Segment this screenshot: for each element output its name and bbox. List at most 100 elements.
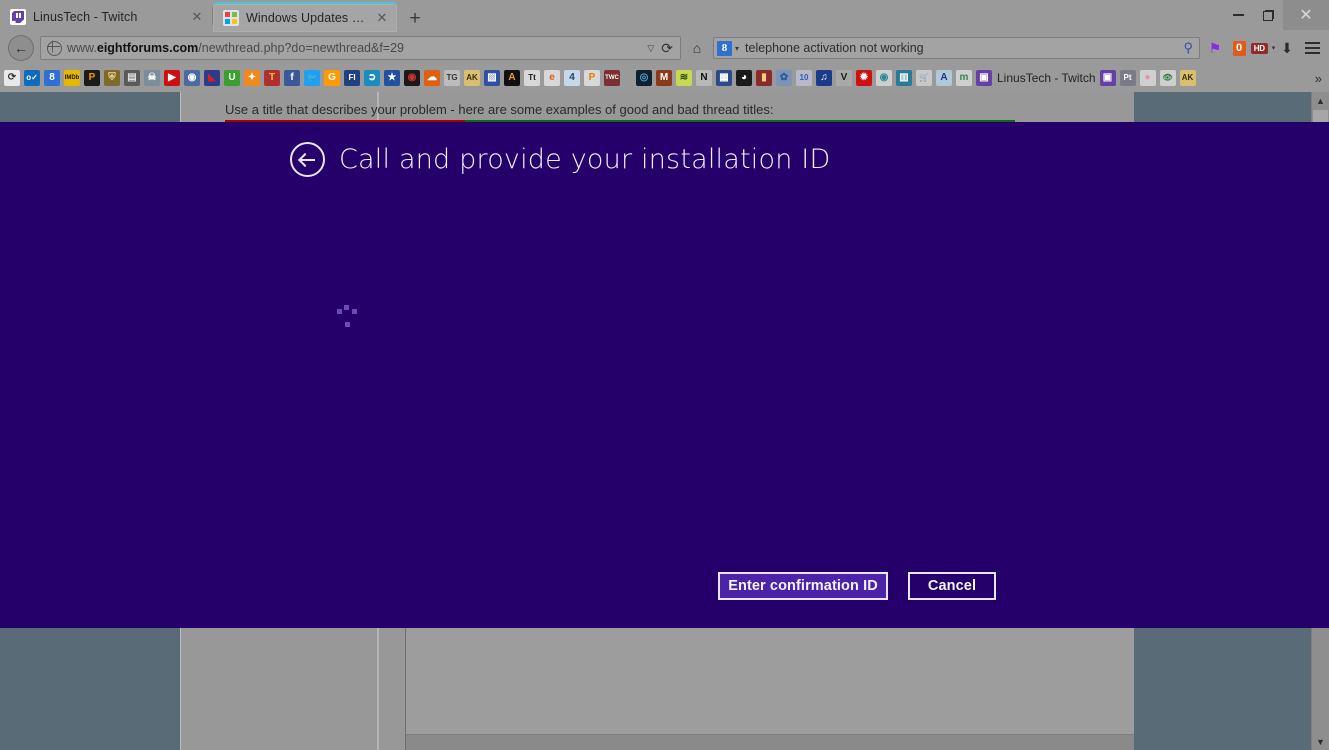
tab-windows-updates-activation[interactable]: Windows Updates & Activ... ✕ bbox=[213, 2, 397, 32]
search-icon[interactable]: ⚲ bbox=[1183, 40, 1196, 56]
bookmark-netflix[interactable]: N bbox=[696, 69, 712, 87]
restore-button[interactable] bbox=[1253, 0, 1283, 30]
scroll-up-arrow-icon[interactable]: ▲ bbox=[1312, 92, 1329, 109]
bookmark-twc[interactable]: TWC bbox=[604, 69, 620, 87]
bookmark-label: LinusTech - Twitch bbox=[997, 71, 1096, 85]
chevron-down-icon[interactable]: ▽ bbox=[643, 43, 661, 54]
power-refresh-icon: ⟳ bbox=[4, 70, 20, 86]
new-tab-button[interactable]: + bbox=[401, 4, 429, 32]
bookmark-tg-bookmark[interactable]: TG bbox=[444, 69, 460, 87]
scroll-down-arrow-icon[interactable]: ▼ bbox=[1312, 733, 1329, 750]
bookmark-couch[interactable]: ▤ bbox=[124, 69, 140, 87]
bookmark-shield[interactable]: ⛨ bbox=[104, 69, 120, 87]
home-icon[interactable]: ⌂ bbox=[684, 40, 710, 56]
message-textarea[interactable] bbox=[405, 620, 1185, 750]
bookmark-typography[interactable]: Tt bbox=[524, 69, 540, 87]
bookmark-cart[interactable]: 🛒 bbox=[916, 69, 932, 87]
bookmark-google[interactable]: G bbox=[324, 69, 340, 87]
bookmark-twitter[interactable]: 🐦 bbox=[304, 69, 320, 87]
bookmark-facebook[interactable]: f bbox=[284, 69, 300, 87]
bookmark-ak-badge-2[interactable]: AK bbox=[1179, 69, 1196, 87]
address-bar[interactable]: www.eightforums.com/newthread.php?do=new… bbox=[40, 36, 681, 60]
bookmark-v-letter[interactable]: V bbox=[836, 69, 852, 87]
bookmark-four-chan[interactable]: 4 bbox=[564, 69, 580, 87]
bookmark-utorrent[interactable]: U bbox=[224, 69, 240, 87]
browser-chrome: LinusTech - Twitch ✕ Windows Updates & A… bbox=[0, 0, 1329, 92]
close-window-button[interactable]: ✕ bbox=[1283, 0, 1329, 30]
bookmark-power-refresh[interactable]: ⟳ bbox=[4, 69, 20, 87]
bookmark-star-favorites[interactable]: ★ bbox=[384, 69, 400, 87]
bookmark-skull[interactable]: ☠ bbox=[144, 69, 160, 87]
ebay-icon: e bbox=[544, 70, 560, 86]
bookmark-cloud-storage[interactable]: ☁ bbox=[424, 69, 440, 87]
bookmark-steam[interactable]: ◎ bbox=[636, 69, 652, 87]
bookmark-ai-font[interactable]: A bbox=[504, 69, 520, 87]
tab-label: LinusTech - Twitch bbox=[33, 10, 138, 24]
tg-bookmark-icon: TG bbox=[444, 70, 460, 86]
bookmark-firefox-sync[interactable]: ✦ bbox=[244, 69, 260, 87]
bookmark-opera-swirl[interactable]: ➲ bbox=[364, 69, 380, 87]
bookmark-eye-icon[interactable]: 👁 bbox=[1159, 69, 1176, 87]
bookmark-youtube[interactable]: ▶ bbox=[164, 69, 180, 87]
bookmark-twitch-tab[interactable]: ▣ LinusTech - Twitch bbox=[976, 69, 1096, 87]
bookmark-mal[interactable]: M bbox=[656, 69, 672, 87]
bookmark-mal-list[interactable]: ▦ bbox=[716, 69, 732, 87]
back-arrow-icon[interactable] bbox=[290, 142, 325, 177]
downloads-icon[interactable]: ⬇ bbox=[1275, 36, 1299, 60]
bookmark-music-note[interactable]: ♫ bbox=[816, 69, 832, 87]
bookmark-nyaa[interactable]: ≋ bbox=[676, 69, 692, 87]
blocked-counter-badge[interactable]: 0 bbox=[1227, 36, 1251, 60]
chevron-down-icon[interactable]: ▾ bbox=[732, 44, 745, 53]
reload-icon[interactable]: ⟳ bbox=[661, 40, 676, 57]
flag-icon[interactable]: ⚑ bbox=[1203, 36, 1227, 60]
hamburger-menu-icon[interactable] bbox=[1299, 42, 1325, 54]
bookmark-ebay[interactable]: e bbox=[544, 69, 560, 87]
search-bar[interactable]: 8 ▾ telephone activation not working ⚲ bbox=[713, 37, 1200, 59]
bookmarks-overflow-icon[interactable]: » bbox=[1310, 71, 1327, 86]
bookmark-pornhub-hd-2[interactable]: P bbox=[584, 69, 600, 87]
bookmark-acrobat[interactable]: ◣ bbox=[204, 69, 220, 87]
bookmark-ten-badge[interactable]: 10 bbox=[796, 69, 812, 87]
bookmark-teal-orb[interactable]: ◉ bbox=[876, 69, 892, 87]
mal-icon: M bbox=[656, 70, 672, 86]
bookmark-edge-circle[interactable]: ◕ bbox=[736, 69, 752, 87]
book-red-icon: ▮ bbox=[756, 70, 772, 86]
tab-label: Windows Updates & Activ... bbox=[246, 11, 369, 25]
search-input[interactable]: telephone activation not working bbox=[745, 41, 1183, 55]
bookmark-torrent-t[interactable]: T bbox=[264, 69, 280, 87]
close-icon[interactable]: ✕ bbox=[375, 11, 389, 25]
enter-confirmation-id-button[interactable]: Enter confirmation ID bbox=[718, 572, 888, 600]
back-button[interactable]: ← bbox=[8, 35, 34, 61]
bookmark-imdb[interactable]: IMDb bbox=[64, 69, 80, 87]
bookmark-image-viewer[interactable]: ▨ bbox=[484, 69, 500, 87]
bookmark-amv[interactable]: A bbox=[936, 69, 952, 87]
bookmark-blue-swirl[interactable]: ✿ bbox=[776, 69, 792, 87]
bookmark-ak-bookmark[interactable]: AK bbox=[464, 69, 480, 87]
bookmark-eightforums[interactable]: 8 bbox=[44, 69, 60, 87]
pink-orb-icon: ● bbox=[1139, 70, 1156, 86]
minimize-button[interactable] bbox=[1223, 0, 1253, 30]
bookmark-rss-feed[interactable]: ◉ bbox=[184, 69, 200, 87]
bookmark-twitch-2[interactable]: ▣ bbox=[1099, 69, 1116, 87]
bookmark-outlook[interactable]: o✓ bbox=[24, 69, 40, 87]
bookmark-pornhub-hd[interactable]: P bbox=[84, 69, 100, 87]
bookmark-fi-bookmark[interactable]: FI bbox=[344, 69, 360, 87]
tab-strip: LinusTech - Twitch ✕ Windows Updates & A… bbox=[0, 0, 1329, 32]
bookmark-droplet[interactable]: ◉ bbox=[404, 69, 420, 87]
amv-icon: A bbox=[936, 70, 952, 86]
bookmark-pink-orb[interactable]: ● bbox=[1139, 69, 1156, 87]
droplet-icon: ◉ bbox=[404, 70, 420, 86]
bookmark-ms-circle[interactable]: m bbox=[956, 69, 972, 87]
bookmark-book-red[interactable]: ▮ bbox=[756, 69, 772, 87]
utorrent-icon: U bbox=[224, 70, 240, 86]
bookmark-pt-badge[interactable]: Pt bbox=[1119, 69, 1136, 87]
tab-linustech-twitch[interactable]: LinusTech - Twitch ✕ bbox=[0, 2, 212, 32]
cancel-button[interactable]: Cancel bbox=[908, 572, 996, 600]
close-icon[interactable]: ✕ bbox=[190, 10, 204, 24]
search-engine-icon[interactable]: 8 bbox=[717, 40, 732, 56]
bookmark-equalizer[interactable]: ▥ bbox=[896, 69, 912, 87]
hd-video-icon[interactable]: HD ▾ bbox=[1250, 36, 1275, 60]
url-prefix: www. bbox=[67, 41, 97, 55]
bookmark-red-spiral[interactable]: ✹ bbox=[856, 69, 872, 87]
ms-circle-icon: m bbox=[956, 70, 972, 86]
